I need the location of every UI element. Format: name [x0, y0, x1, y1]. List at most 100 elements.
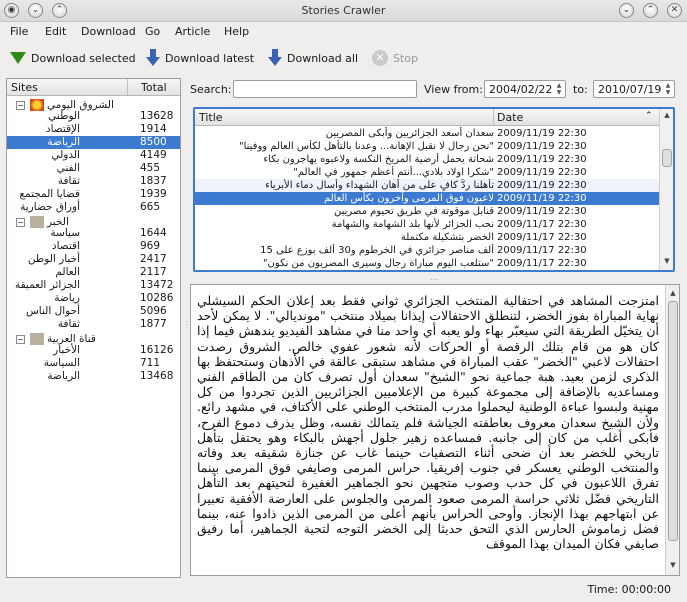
article-row[interactable]: نحب الجزائر لأنها بلد الشهامة والشهامة 20…	[195, 218, 659, 231]
article-row[interactable]: "شكرا اولاد بلادي...أنتم أعظم جمهور في ا…	[195, 166, 659, 179]
download-all-button[interactable]: Download all	[268, 47, 358, 69]
article-title: نحب الجزائر لأنها بلد الشهامة والشهامة	[331, 219, 494, 230]
article-date: 2009/11/19 22:30	[497, 141, 587, 152]
total-column-header[interactable]: Total	[141, 81, 167, 94]
download-selected-button[interactable]: Download selected	[10, 47, 136, 69]
menu-go[interactable]: Go	[145, 25, 160, 38]
site-section[interactable]: الفني 455	[7, 162, 180, 175]
site-section[interactable]: قضايا المجتمع 1939	[7, 188, 180, 201]
article-date: 2009/11/17 22:30	[497, 232, 587, 243]
download-latest-label: Download latest	[165, 51, 255, 65]
article-scroll-down-icon[interactable]: ▼	[668, 561, 678, 571]
article-title: شحاتة يحمل أرضية المريخ النكسة ولاعبوه ي…	[263, 154, 494, 165]
site-section[interactable]: ثقافة 1837	[7, 175, 180, 188]
site-section[interactable]: الدولي 4149	[7, 149, 180, 162]
article-row[interactable]: قنابل موقوتة في طريق تحيوم مصريين 2009/11…	[195, 205, 659, 218]
site-section[interactable]: الإقتصاد 1914	[7, 123, 180, 136]
expand-collapse-icon[interactable]: −	[16, 335, 25, 344]
site-section-label: الأخبار	[53, 344, 80, 356]
articles-scrollbar[interactable]: ▲ ▼	[659, 109, 673, 270]
date-column-header[interactable]: Date	[497, 111, 523, 124]
article-date: 2009/11/19 22:30	[497, 180, 587, 191]
site-section[interactable]: رياضة 10286	[7, 292, 180, 305]
site-section[interactable]: سياسة 1644	[7, 227, 180, 240]
site-section[interactable]: ثقافة 1877	[7, 318, 180, 331]
from-date-spinner-icon[interactable]: ▲ ▼	[554, 82, 564, 96]
stop-button[interactable]: ✕ Stop	[372, 47, 418, 69]
expand-collapse-icon[interactable]: −	[16, 101, 25, 110]
article-title: الخضر بتشكيلة مكتملة	[400, 232, 494, 243]
article-date: 2009/11/19 22:30	[497, 167, 587, 178]
site-section[interactable]: الرياضة 13468	[7, 370, 180, 383]
scroll-down-icon[interactable]: ▼	[662, 257, 672, 267]
site-section[interactable]: العالم 2117	[7, 266, 180, 279]
close-icon[interactable]: ✕	[667, 3, 682, 18]
sites-column-header[interactable]: Sites	[11, 81, 38, 94]
download-latest-button[interactable]: Download latest	[146, 47, 254, 69]
site-section-label: العالم	[55, 266, 80, 278]
minimize-icon[interactable]: ⌄	[619, 3, 634, 18]
from-date-input[interactable]: 2004/02/22 ▲ ▼	[484, 80, 566, 98]
site-section[interactable]: أحوال الناس 5096	[7, 305, 180, 318]
to-date-spinner-icon[interactable]: ▲ ▼	[663, 82, 673, 96]
article-title: ألف مناصر جزائري في الخرطوم و30 ألف بوزع…	[260, 245, 494, 256]
site-section-label: قضايا المجتمع	[19, 188, 80, 200]
status-time: Time: 00:00:00	[587, 583, 671, 596]
article-row[interactable]: ألف مناصر جزائري في الخرطوم و30 ألف بوزع…	[195, 244, 659, 257]
sort-indicator-icon: ⌃	[645, 111, 653, 121]
search-label: Search:	[190, 83, 232, 96]
maximize-icon[interactable]: ⌃	[643, 3, 658, 18]
article-row[interactable]: سعدان أسعد الجزائريين وأبكى المصريين 2009…	[195, 127, 659, 140]
article-row[interactable]: "ستلعب اليوم مباراة رجال وسيرى المصريون …	[195, 257, 659, 270]
section-total: 455	[140, 162, 161, 174]
menu-article[interactable]: Article	[175, 25, 210, 38]
article-title: "ستلعب اليوم مباراة رجال وسيرى المصريون …	[262, 258, 494, 269]
site-section-label: الإقتصاد	[45, 123, 80, 135]
sites-tree[interactable]: Sites Total − الشروق اليومي الوطني 13628 الإ…	[6, 78, 181, 578]
search-bar: Search: View from: 2004/02/22 ▲ ▼ to: 201…	[190, 80, 680, 100]
site-section-label: أحوال الناس	[25, 305, 80, 317]
menu-download[interactable]: Download	[81, 25, 136, 38]
menu-help[interactable]: Help	[224, 25, 249, 38]
article-scroll-up-icon[interactable]: ▲	[668, 289, 678, 299]
article-scroll-thumb[interactable]	[668, 301, 678, 541]
site-section[interactable]: أخبار الوطن 2417	[7, 253, 180, 266]
scroll-thumb[interactable]	[662, 149, 672, 167]
article-scrollbar[interactable]: ▲ ▼	[665, 285, 679, 575]
stop-label: Stop	[393, 51, 419, 65]
article-row[interactable]: "نحن رجال لا نقبل الإهانة... وعدنا بالتأ…	[195, 140, 659, 153]
section-total: 1914	[140, 123, 167, 135]
site-section-label: الدولي	[51, 149, 80, 161]
main-window: ◉ ⌄ ⌃ Stories Crawler ⌄ ⌃ ✕ File Edit Do…	[0, 0, 687, 602]
article-row[interactable]: شحاتة يحمل أرضية المريخ النكسة ولاعبوه ي…	[195, 153, 659, 166]
section-total: 16126	[140, 344, 174, 356]
site-section[interactable]: الوطني 13628	[7, 110, 180, 123]
site-section[interactable]: الجزائر العميقة 13472	[7, 279, 180, 292]
title-column-header[interactable]: Title	[199, 111, 223, 124]
menu-edit[interactable]: Edit	[45, 25, 66, 38]
article-row[interactable]: الخضر بتشكيلة مكتملة 2009/11/17 22:30	[195, 231, 659, 244]
article-row[interactable]: لاعبون فوق المرمى وآخرون بكأس العالم 2009…	[195, 192, 659, 205]
to-date-input[interactable]: 2010/07/19 ▲ ▼	[593, 80, 675, 98]
section-total: 1644	[140, 227, 167, 239]
expand-collapse-icon[interactable]: −	[16, 218, 25, 227]
scroll-up-icon[interactable]: ▲	[662, 111, 672, 121]
menu-file[interactable]: File	[10, 25, 28, 38]
site-section[interactable]: اقتصاد 969	[7, 240, 180, 253]
articles-table[interactable]: Title Date ⌃ سعدان أسعد الجزائريين وأبكى…	[193, 107, 675, 272]
article-viewer[interactable]: امتزجت المشاهد في احتفالية المنتخب الجزا…	[190, 284, 680, 576]
article-title: سعدان أسعد الجزائريين وأبكى المصريين	[325, 128, 494, 139]
site-section[interactable]: الرياضة 8500	[7, 136, 180, 149]
site-section[interactable]: السياسة 711	[7, 357, 180, 370]
download-all-icon	[268, 49, 282, 67]
site-section[interactable]: أوراق حضارية 665	[7, 201, 180, 214]
site-section-label: ثقافة	[57, 175, 80, 187]
site-section-label: رياضة	[54, 292, 80, 304]
horizontal-splitter-handle[interactable]: ⋯	[430, 275, 438, 284]
site-section[interactable]: الأخبار 16126	[7, 344, 180, 357]
article-row[interactable]: تأهلنا ردٌّ كافٍ على من أهان الشهداء وأس…	[195, 179, 659, 192]
to-label: to:	[573, 83, 588, 96]
site-section-label: الجزائر العميقة	[14, 279, 80, 291]
search-input[interactable]	[233, 80, 417, 98]
stop-icon: ✕	[372, 50, 388, 66]
